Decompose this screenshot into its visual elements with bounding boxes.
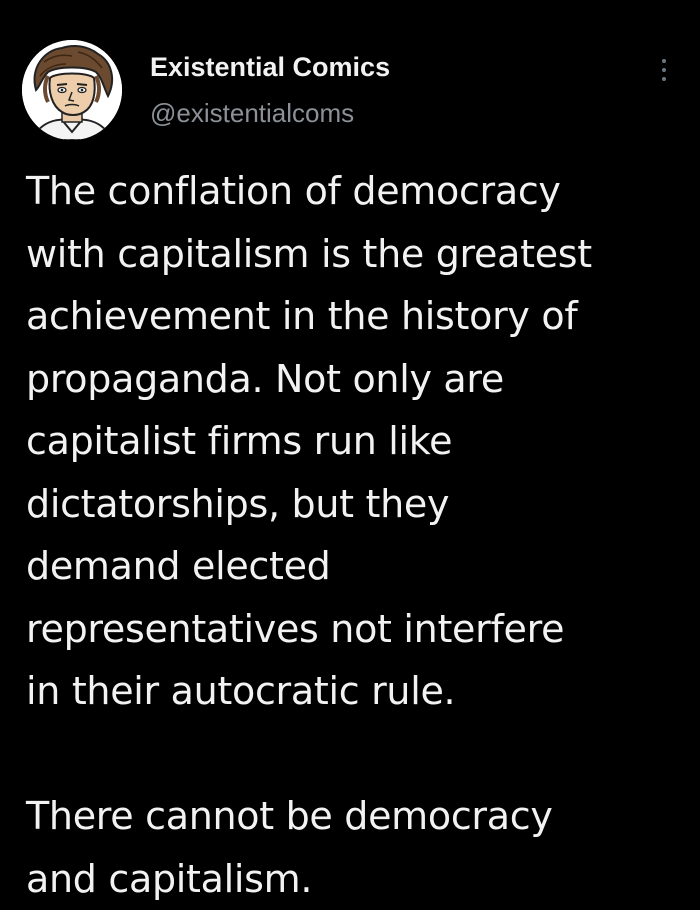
more-vertical-icon-dot [662, 77, 666, 81]
tweet-text: The conflation of democracy with capital… [26, 160, 686, 910]
tweet-text-line: propaganda. Not only are [26, 356, 504, 401]
tweet-text-line: The conflation of democracy [26, 169, 561, 213]
tweet-text-line: with capitalism is the greatest [26, 231, 592, 276]
tweet: Existential Comics @existentialcoms The … [0, 0, 700, 910]
tweet-text-line: capitalist firms run like [26, 419, 453, 463]
more-vertical-icon-dot [662, 68, 666, 72]
tweet-header: Existential Comics @existentialcoms [22, 40, 678, 140]
cartoon-portrait-avatar-icon [22, 40, 122, 140]
tweet-text-line: representatives not interfere [26, 606, 565, 651]
tweet-text-line: demand elected [26, 544, 331, 588]
author-handle[interactable]: @existentialcoms [150, 98, 354, 129]
more-vertical-icon [662, 59, 666, 63]
author-display-name[interactable]: Existential Comics [150, 52, 390, 83]
tweet-text-line: in their autocratic rule. [26, 669, 456, 713]
tweet-text-line: achievement in the history of [26, 294, 578, 338]
tweet-text-line: and capitalism. [26, 856, 313, 901]
more-options-button[interactable] [650, 50, 678, 90]
tweet-text-line: There cannot be democracy [26, 794, 553, 838]
tweet-text-line: dictatorships, but they [26, 481, 450, 526]
avatar[interactable] [22, 40, 122, 140]
